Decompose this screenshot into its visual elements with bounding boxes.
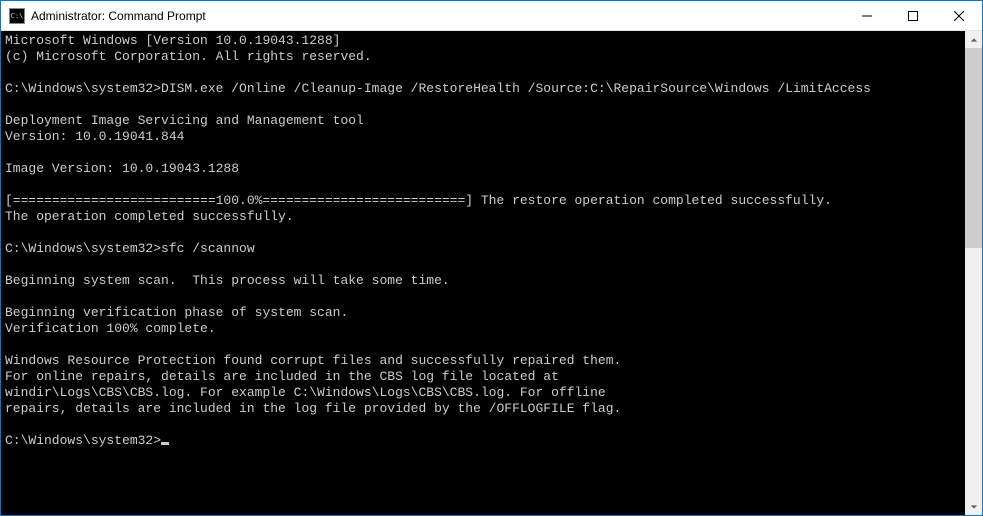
titlebar[interactable]: C:\ Administrator: Command Prompt	[1, 1, 982, 31]
scroll-thumb[interactable]	[965, 48, 982, 248]
window-controls	[844, 1, 982, 30]
cursor	[161, 442, 169, 445]
command-prompt-window: C:\ Administrator: Command Prompt Micros…	[0, 0, 983, 516]
scroll-down-button[interactable]	[965, 498, 982, 515]
client-area: Microsoft Windows [Version 10.0.19043.12…	[1, 31, 982, 515]
close-button[interactable]	[936, 1, 982, 30]
minimize-button[interactable]	[844, 1, 890, 30]
terminal-output[interactable]: Microsoft Windows [Version 10.0.19043.12…	[1, 31, 965, 515]
scroll-up-button[interactable]	[965, 31, 982, 48]
maximize-button[interactable]	[890, 1, 936, 30]
vertical-scrollbar[interactable]	[965, 31, 982, 515]
window-title: Administrator: Command Prompt	[31, 9, 844, 23]
cmd-icon: C:\	[9, 8, 25, 24]
prompt-line: C:\Windows\system32>	[5, 433, 161, 448]
